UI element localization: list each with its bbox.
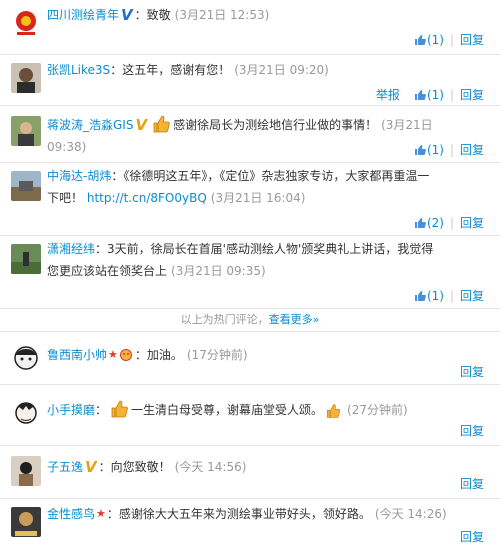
avatar[interactable] (11, 397, 41, 427)
thumb-up-emoji-icon (327, 404, 341, 418)
avatar[interactable] (11, 63, 41, 93)
avatar[interactable] (11, 171, 41, 201)
like-button[interactable]: (1) (414, 289, 444, 303)
thumb-up-icon (414, 291, 426, 301)
comment-item: 张凯Like3S：这五年，感谢有您！ (3月21日 09:20) 举报 (1) | 回复 (0, 55, 500, 106)
reply-button[interactable]: 回复 (460, 477, 484, 491)
reply-button[interactable]: 回复 (460, 424, 484, 438)
reply-button[interactable]: 回复 (460, 88, 484, 102)
comment-item: 子五逸 V ：向您致敬！ (今天 14:56) 回复 (0, 446, 500, 499)
comment-item: 金性感鸟★：感谢徐大大五年来为测绘事业带好头，领好路。 (今天 14:26) 回复 (0, 499, 500, 551)
avatar[interactable] (11, 244, 41, 274)
username-link[interactable]: 鲁西南小帅 (47, 348, 107, 362)
username-link[interactable]: 潇湘经纬 (47, 242, 95, 256)
comment-text: ：加油。 (134, 348, 183, 362)
comment-item: 四川测绘青年 V ：致敬 (3月21日 12:53) (1) | 回复 (0, 0, 500, 55)
username-link[interactable]: 蒋波涛_浩淼GIS (47, 118, 133, 132)
avatar[interactable] (11, 8, 41, 38)
thumb-up-emoji-icon (111, 400, 128, 418)
timestamp: (3月21日 16:04) (210, 191, 306, 205)
like-button[interactable]: (1) (414, 33, 444, 47)
comment-item: 中海达-胡炜：《徐德明这五年》，《定位》杂志独家专访，大家都再重温一下吧！ ht… (0, 163, 500, 236)
avatar[interactable] (11, 507, 41, 537)
thumb-up-emoji-icon (153, 115, 170, 133)
crown-icon (119, 349, 132, 361)
verified-icon: V (121, 6, 133, 24)
vip-star-icon: ★ (96, 507, 106, 520)
reply-button[interactable]: 回复 (460, 365, 484, 379)
comment-item: 蒋波涛_浩淼GIS V 感谢徐局长为测绘地信行业做的事情！ (3月21日 09:38)… (0, 106, 500, 163)
hot-comments-divider: 以上为热门评论，查看更多» (0, 309, 500, 332)
comment-text: ：向您致敬！ (98, 460, 171, 474)
reply-button[interactable]: 回复 (460, 530, 484, 544)
timestamp: (3月21日 12:53) (174, 8, 270, 22)
timestamp: (今天 14:56) (174, 460, 247, 474)
comment-item: 小手摸磨： 一生清白母受尊，谢幕庙堂受人颂。 (27分钟前) 回复 (0, 385, 500, 446)
username-link[interactable]: 张凯Like3S (47, 63, 110, 77)
username-link[interactable]: 子五逸 (47, 460, 83, 474)
report-link[interactable]: 举报 (376, 88, 400, 102)
comment-text: ：感谢徐大大五年来为测绘事业带好头，领好路。 (106, 507, 371, 521)
username-link[interactable]: 四川测绘青年 (47, 8, 119, 22)
timestamp: (今天 14:26) (374, 507, 447, 521)
like-button[interactable]: (2) (414, 216, 444, 230)
divider-text: 以上为热门评论， (180, 313, 269, 326)
verified-icon: V (85, 458, 97, 476)
thumb-up-icon (414, 218, 426, 228)
timestamp: (17分钟前) (186, 348, 248, 362)
comment-item: 鲁西南小帅★ ：加油。 (17分钟前) 回复 (0, 332, 500, 385)
timestamp: (27分钟前) (347, 403, 408, 417)
timestamp: (3月21日 09:20) (234, 63, 329, 77)
username-link[interactable]: 中海达-胡炜 (47, 169, 111, 183)
thumb-up-icon (414, 35, 426, 45)
reply-button[interactable]: 回复 (460, 216, 484, 230)
url-link[interactable]: http://t.cn/8FO0yBQ (87, 191, 207, 205)
timestamp: (3月21日 09:35) (171, 264, 266, 278)
reply-button[interactable]: 回复 (460, 143, 484, 157)
username-link[interactable]: 金性感鸟 (47, 507, 95, 521)
avatar[interactable] (11, 116, 41, 146)
thumb-up-icon (414, 90, 426, 100)
avatar[interactable] (11, 456, 41, 486)
verified-icon: V (135, 116, 148, 134)
reply-button[interactable]: 回复 (460, 33, 484, 47)
comment-text: ：这五年，感谢有您！ (110, 63, 231, 77)
comment-text: ：致敬 (134, 8, 171, 22)
comment-text: 感谢徐局长为测绘地信行业做的事情！ (173, 118, 378, 132)
comment-item: 潇湘经纬：3天前，徐局长在首届'感动测绘人物'颁奖典礼上讲话，我觉得您更应该站在… (0, 236, 500, 309)
see-more-link[interactable]: 查看更多» (269, 313, 320, 326)
comment-text: 一生清白母受尊，谢幕庙堂受人颂。 (131, 403, 324, 417)
thumb-up-icon (414, 145, 426, 155)
reply-button[interactable]: 回复 (460, 289, 484, 303)
like-button[interactable]: (1) (414, 143, 444, 157)
username-link[interactable]: 小手摸磨 (47, 403, 95, 417)
vip-star-icon: ★ (108, 348, 118, 361)
avatar[interactable] (11, 342, 41, 372)
like-button[interactable]: (1) (414, 88, 444, 102)
